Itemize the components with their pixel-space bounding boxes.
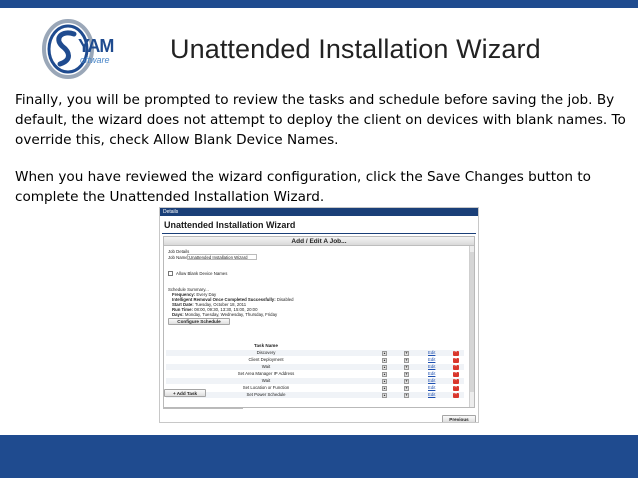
job-name-value: Unattended Installation Wizard xyxy=(189,255,248,260)
edit-task-link[interactable]: Edit xyxy=(428,378,435,384)
add-edit-job-dialog: Add / Edit A Job... Job Details Job Name… xyxy=(163,236,475,408)
move-down-icon[interactable]: ▾ xyxy=(404,378,409,384)
paragraph-review: Finally, you will be prompted to review … xyxy=(15,92,626,148)
move-up-icon[interactable]: ▴ xyxy=(382,371,387,377)
task-row: Client Deployment ▴ ▾ Edit xyxy=(166,356,464,363)
job-name-label: Job Name: xyxy=(168,255,189,260)
allow-blank-checkbox[interactable] xyxy=(168,271,173,276)
task-name: Wait xyxy=(261,364,271,369)
task-row: Wait ▴ ▾ Edit xyxy=(166,363,464,370)
move-up-icon[interactable]: ▴ xyxy=(382,364,387,370)
move-up-icon[interactable]: ▴ xyxy=(382,350,387,356)
task-name: Discovery xyxy=(256,350,276,355)
edit-task-link[interactable]: Edit xyxy=(428,350,435,356)
task-name: Client Deployment xyxy=(248,357,284,362)
move-down-icon[interactable]: ▾ xyxy=(404,364,409,370)
top-band xyxy=(0,0,638,8)
move-down-icon[interactable]: ▾ xyxy=(404,357,409,363)
previous-button[interactable]: Previous xyxy=(442,415,476,422)
dialog-title: Add / Edit A Job... xyxy=(291,238,347,245)
move-down-icon[interactable]: ▾ xyxy=(404,371,409,377)
edit-task-link[interactable]: Edit xyxy=(428,371,435,377)
slide-title: Unattended Installation Wizard xyxy=(170,34,541,64)
dialog-title-bar: Add / Edit A Job... xyxy=(164,237,474,246)
scroll-thumb[interactable] xyxy=(470,252,474,392)
wizard-screenshot: Details Unattended Installation Wizard A… xyxy=(159,207,479,423)
task-row: Wait ▴ ▾ Edit xyxy=(166,377,464,384)
task-row: Discovery ▴ ▾ Edit xyxy=(166,349,464,356)
task-row: Set Location or Function ▴ ▾ Edit xyxy=(166,384,464,391)
dialog-scrollbar[interactable] xyxy=(469,246,474,407)
edit-task-link[interactable]: Edit xyxy=(428,357,435,363)
job-name-field[interactable]: Unattended Installation Wizard xyxy=(187,254,257,260)
add-task-button[interactable]: + Add Task xyxy=(164,389,206,397)
task-row: Set Power Schedule ▴ ▾ Edit xyxy=(166,391,464,398)
task-row: Set Area Manager IP Address ▴ ▾ Edit xyxy=(166,370,464,377)
details-header-label: Details xyxy=(163,209,179,215)
configure-schedule-button[interactable]: Configure Schedule xyxy=(168,318,230,325)
title-divider xyxy=(162,233,476,234)
paragraph-save: When you have reviewed the wizard config… xyxy=(15,169,591,205)
syam-logo: YAM oftware xyxy=(42,18,134,80)
bottom-band xyxy=(0,435,638,478)
move-down-icon[interactable]: ▾ xyxy=(404,350,409,356)
move-up-icon[interactable]: ▴ xyxy=(382,392,387,398)
edit-task-link[interactable]: Edit xyxy=(428,392,435,398)
logo-sub-text: oftware xyxy=(80,55,110,65)
task-name: Set Area Manager IP Address xyxy=(237,371,295,376)
logo-main-text: YAM xyxy=(78,36,113,56)
move-up-icon[interactable]: ▴ xyxy=(382,385,387,391)
task-name-header: Task Name xyxy=(254,343,278,348)
task-name: Wait xyxy=(261,378,271,383)
move-up-icon[interactable]: ▴ xyxy=(382,357,387,363)
wizard-title: Unattended Installation Wizard xyxy=(164,220,296,230)
schedule-days: Days: Monday, Tuesday, Wednesday, Thursd… xyxy=(172,312,278,317)
details-header: Details xyxy=(160,208,478,216)
edit-task-link[interactable]: Edit xyxy=(428,364,435,370)
footer-divider xyxy=(163,408,243,409)
task-table-header: Task Name xyxy=(166,343,464,349)
move-down-icon[interactable]: ▾ xyxy=(404,392,409,398)
delete-task-icon[interactable] xyxy=(453,391,459,398)
allow-blank-label: Allow Blank Device Names xyxy=(176,271,228,276)
move-up-icon[interactable]: ▴ xyxy=(382,378,387,384)
move-down-icon[interactable]: ▾ xyxy=(404,385,409,391)
syam-logo-icon: YAM oftware xyxy=(42,19,114,79)
edit-task-link[interactable]: Edit xyxy=(428,385,435,391)
